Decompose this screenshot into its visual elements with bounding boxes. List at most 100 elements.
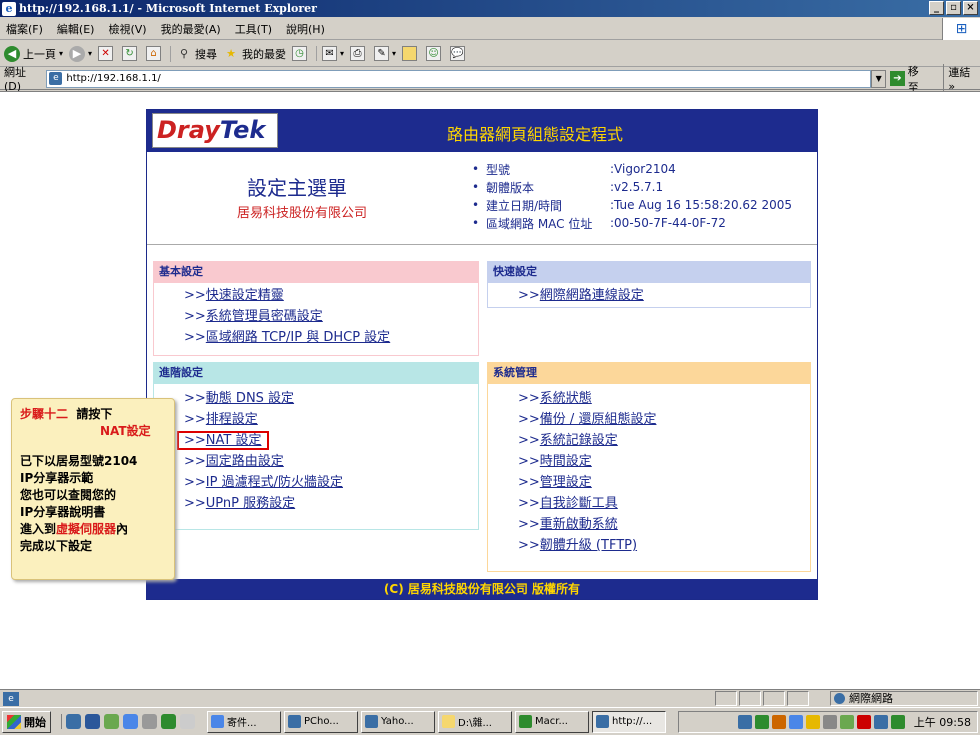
tray-icon[interactable] [839, 715, 854, 729]
start-button[interactable]: 開始 [2, 710, 51, 733]
panel-quick-title: 快速設定 [487, 261, 811, 283]
tray-icon[interactable] [737, 715, 752, 729]
link-management[interactable]: >>管理設定 [518, 472, 810, 493]
link-firmware-upgrade[interactable]: >>韌體升級 (TFTP) [518, 535, 810, 556]
maximize-button[interactable]: ▫ [946, 1, 961, 15]
history-icon: ◷ [292, 46, 308, 61]
note-line-4: IP分享器說明書 [20, 505, 106, 519]
folder-button[interactable] [402, 46, 420, 61]
spec-build-date: • 建立日期/時間:Tue Aug 16 15:58:20.62 2005 [472, 198, 793, 213]
link-syslog[interactable]: >>系統記錄設定 [518, 430, 810, 451]
menu-tools[interactable]: 工具(T) [235, 21, 272, 37]
minimize-button[interactable]: _ [929, 1, 944, 15]
search-button[interactable]: ⚲ 搜尋 [170, 45, 217, 62]
tray-icon[interactable] [771, 715, 786, 729]
links-button[interactable]: 連結 » [943, 64, 980, 93]
home-button[interactable]: ⌂ [146, 46, 164, 61]
messenger-icon[interactable] [161, 714, 176, 729]
task-pchome[interactable]: PCho... [284, 710, 358, 733]
address-url: http://192.168.1.1/ [66, 73, 161, 84]
tray-icon[interactable] [822, 715, 837, 729]
link-upnp[interactable]: >>UPnP 服務設定 [184, 493, 478, 514]
router-page: DrayTek 路由器網頁組態設定程式 設定主選單 居易科技股份有限公司 • 型號… [146, 109, 818, 600]
link-admin-password[interactable]: >>系統管理員密碼設定 [184, 306, 478, 327]
discuss-button[interactable]: 💬 [450, 46, 468, 61]
info-section: 設定主選單 居易科技股份有限公司 • 型號:Vigor2104 • 韌體版本:v2.… [147, 152, 817, 245]
task-yahoo[interactable]: Yaho... [361, 710, 435, 733]
go-button[interactable]: ➔ 移至 [890, 63, 929, 95]
messenger-icon: ☺ [426, 46, 442, 61]
link-schedule[interactable]: >>排程設定 [184, 409, 478, 430]
app-icon[interactable] [180, 714, 195, 729]
task-macromedia[interactable]: Macr... [515, 710, 589, 733]
note-line-2: IP分享器示範 [20, 471, 94, 485]
link-ip-filter-firewall[interactable]: >>IP 過濾程式/防火牆設定 [184, 472, 478, 493]
menu-edit[interactable]: 編輯(E) [57, 21, 95, 37]
menu-file[interactable]: 檔案(F) [6, 21, 43, 37]
link-dynamic-dns[interactable]: >>動態 DNS 設定 [184, 388, 478, 409]
task-mail[interactable]: 寄件... [207, 710, 281, 733]
edit-icon: ✎ [374, 46, 390, 61]
tray-icon[interactable] [873, 715, 888, 729]
refresh-button[interactable]: ↻ [122, 46, 140, 61]
note-line-6: 完成以下設定 [20, 539, 93, 553]
favorites-button[interactable]: ★ 我的最愛 [223, 46, 286, 62]
step-label: 步驟十二 [20, 407, 69, 421]
tray-icon[interactable] [856, 715, 871, 729]
messenger-button[interactable]: ☺ [426, 46, 444, 61]
link-lan-tcpip-dhcp[interactable]: >>區域網路 TCP/IP 與 DHCP 設定 [184, 327, 478, 348]
address-label: 網址(D) [4, 66, 26, 93]
step-target: NAT設定 [100, 424, 151, 438]
address-dropdown-button[interactable]: ▼ [871, 69, 887, 88]
mail-button[interactable]: ✉ ▾ [316, 46, 344, 61]
quick-launch [61, 714, 195, 729]
panel-advanced-title: 進階設定 [153, 362, 479, 384]
history-button[interactable]: ◷ [292, 46, 310, 61]
forward-button[interactable]: ▶ ▾ [69, 45, 92, 62]
link-backup-restore[interactable]: >>備份 / 還原組態設定 [518, 409, 810, 430]
address-input[interactable]: e http://192.168.1.1/ [46, 69, 872, 88]
note-line-3: 您也可以查閱您的 [20, 488, 117, 502]
link-static-route[interactable]: >>固定路由設定 [184, 451, 478, 472]
browser-content: DrayTek 路由器網頁組態設定程式 設定主選單 居易科技股份有限公司 • 型號… [0, 91, 980, 689]
menu-help[interactable]: 說明(H) [286, 21, 325, 37]
link-internet-access[interactable]: >>網際網路連線設定 [518, 285, 810, 306]
page-icon: e [49, 72, 63, 85]
task-browser[interactable]: http://... [592, 710, 666, 733]
spec-mac: • 區域網路 MAC 位址:00-50-7F-44-0F-72 [472, 216, 726, 231]
back-button[interactable]: ◀ 上一頁 ▾ [4, 45, 63, 62]
favorites-label: 我的最愛 [242, 47, 287, 61]
link-time-setup[interactable]: >>時間設定 [518, 451, 810, 472]
ie-launch-icon[interactable] [66, 714, 81, 729]
tray-icon[interactable] [890, 715, 905, 729]
chevron-down-icon: ▾ [340, 49, 345, 58]
desktop-icon[interactable] [123, 714, 138, 729]
status-bar: e 網際網路 [0, 689, 980, 707]
stop-button[interactable]: ✕ [98, 46, 116, 61]
panel-quick: 快速設定 >>網際網路連線設定 [487, 261, 811, 308]
note-line-5: 進入到虛擬伺服器內 [20, 522, 129, 536]
tray-icon[interactable] [805, 715, 820, 729]
tray-icon[interactable] [788, 715, 803, 729]
panel-basic-title: 基本設定 [153, 261, 479, 283]
home-icon: ⌂ [146, 46, 162, 61]
menu-favorites[interactable]: 我的最愛(A) [161, 21, 221, 37]
menu-view[interactable]: 檢視(V) [108, 21, 146, 37]
task-folder[interactable]: D:\雜... [438, 710, 512, 733]
print-button[interactable]: ⎙ [350, 46, 368, 61]
word-icon[interactable] [85, 714, 100, 729]
tutorial-callout: 步驟十二 請按下 NAT設定 已下以居易型號2104 IP分享器示範 您也可以查… [11, 398, 175, 580]
link-diagnostics[interactable]: >>自我診斷工具 [518, 493, 810, 514]
app-icon[interactable] [104, 714, 119, 729]
edit-button[interactable]: ✎ ▾ [374, 46, 396, 61]
nat-highlight-box [177, 431, 269, 450]
status-cell [787, 691, 809, 706]
panel-system: 系統管理 >>系統狀態 >>備份 / 還原組態設定 >>系統記錄設定 >>時間設… [487, 362, 811, 572]
security-zone: 網際網路 [830, 691, 978, 706]
close-button[interactable]: × [963, 1, 978, 15]
tray-icon[interactable] [754, 715, 769, 729]
app-icon[interactable] [142, 714, 157, 729]
link-reboot[interactable]: >>重新啟動系統 [518, 514, 810, 535]
link-quick-wizard[interactable]: >>快速設定精靈 [184, 285, 478, 306]
link-system-status[interactable]: >>系統狀態 [518, 388, 810, 409]
